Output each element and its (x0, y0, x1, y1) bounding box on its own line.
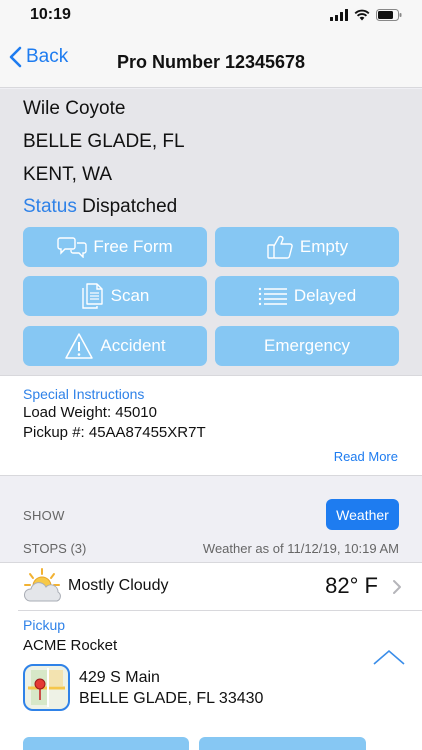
thumbs-up-icon (266, 234, 294, 260)
shipment-info: Wile Coyote BELLE GLADE, FL KENT, WA Sta… (0, 89, 422, 375)
stop-card: Pickup ACME Rocket 429 S Main BELLE GLAD… (0, 610, 422, 750)
read-more-link[interactable]: Read More (334, 449, 398, 464)
speech-bubbles-icon (57, 236, 88, 258)
stop-name: ACME Rocket (23, 637, 118, 654)
delayed-label: Delayed (293, 286, 357, 305)
emergency-label: Emergency (264, 336, 350, 355)
delayed-button[interactable]: Delayed (215, 276, 399, 316)
chevron-right-icon (393, 580, 401, 594)
accident-label: Accident (100, 336, 166, 355)
accident-button[interactable]: Accident (23, 326, 207, 366)
emergency-button[interactable]: Emergency (215, 326, 399, 366)
destination-city: KENT, WA (23, 164, 113, 185)
address-line-2: BELLE GLADE, FL 33430 (79, 690, 264, 707)
instruction-line: Pickup #: 45AA87455XR7T (23, 424, 206, 441)
free-form-button[interactable]: Free Form (23, 227, 207, 267)
list-icon (258, 286, 288, 306)
empty-label: Empty (299, 237, 349, 256)
navigation-bar: Back Pro Number 12345678 (0, 32, 422, 88)
origin-city: BELLE GLADE, FL (23, 131, 185, 152)
status-value: Dispatched (82, 196, 178, 217)
customer-name: Wile Coyote (23, 98, 126, 119)
stop-action-button[interactable] (199, 737, 366, 750)
stop-type: Pickup (23, 617, 66, 633)
instructions-title: Special Instructions (23, 386, 145, 402)
battery-icon (376, 9, 402, 21)
page-title: Pro Number 12345678 (116, 52, 306, 72)
mostly-cloudy-icon (24, 568, 61, 602)
weather-condition: Mostly Cloudy (68, 577, 169, 594)
weather-row[interactable]: Mostly Cloudy 82° F (0, 562, 422, 610)
wifi-icon (354, 9, 370, 21)
show-label: SHOW (23, 508, 65, 523)
documents-icon (81, 282, 105, 310)
instruction-line: Load Weight: 45010 (23, 404, 157, 421)
free-form-label: Free Form (93, 237, 173, 256)
divider (18, 610, 422, 611)
weather-button[interactable]: Weather (326, 499, 399, 530)
status-icons (330, 9, 402, 21)
chevron-up-icon[interactable] (372, 648, 406, 666)
stops-count: STOPS (3) (23, 541, 87, 556)
weather-timestamp: Weather as of 11/12/19, 10:19 AM (202, 541, 399, 556)
status-row: Status Dispatched (23, 196, 177, 218)
warning-icon (64, 332, 94, 360)
address-line-1: 429 S Main (79, 669, 160, 686)
signal-icon (330, 9, 348, 21)
map-pin-icon[interactable] (23, 664, 70, 711)
empty-button[interactable]: Empty (215, 227, 399, 267)
special-instructions: Special Instructions Load Weight: 45010 … (0, 375, 422, 476)
weather-temperature: 82° F (325, 573, 378, 598)
scan-button[interactable]: Scan (23, 276, 207, 316)
scan-label: Scan (110, 286, 150, 305)
status-bar: 10:19 (0, 0, 422, 32)
status-time: 10:19 (30, 6, 71, 23)
status-label: Status (23, 196, 77, 217)
stop-action-button[interactable] (23, 737, 189, 750)
